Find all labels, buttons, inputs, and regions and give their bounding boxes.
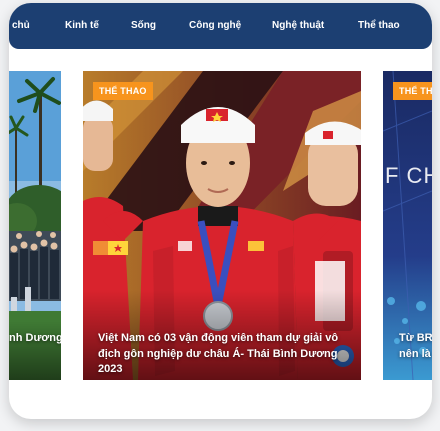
carousel-slide-active[interactable]: THỂ THAO Việt Nam có 03 vận động viên th… bbox=[83, 71, 361, 380]
slide-active-category-badge[interactable]: THỂ THAO bbox=[93, 82, 153, 100]
nav-item-living[interactable]: Sống bbox=[131, 20, 156, 31]
nav-item-economy[interactable]: Kinh tế bbox=[65, 20, 99, 31]
nav-item-art[interactable]: Nghệ thuật bbox=[272, 20, 324, 31]
slide-next-category-badge[interactable]: THỂ TH bbox=[393, 82, 432, 100]
slide-next-caption-line1: Từ BR bbox=[399, 332, 432, 344]
slide-next-background-text: F CH bbox=[385, 163, 432, 188]
category-navbar: chủ Kinh tế Sống Công nghệ Nghệ thuật Th… bbox=[9, 3, 432, 49]
slide-previous-caption[interactable]: nh Dương bbox=[9, 331, 61, 347]
slide-next-caption-line2: nên là bbox=[399, 347, 431, 360]
slide-next-caption[interactable]: Từ BR nên là bbox=[399, 331, 432, 362]
slide-active-caption[interactable]: Việt Nam có 03 vận động viên tham dự giả… bbox=[98, 331, 356, 378]
nav-item-sports[interactable]: Thể thao bbox=[358, 20, 400, 31]
nav-item-technology[interactable]: Công nghệ bbox=[189, 20, 241, 31]
carousel-slide-next[interactable]: F CH THỂ TH Từ BR nên là bbox=[383, 71, 432, 380]
carousel-slide-previous[interactable]: nh Dương bbox=[9, 71, 61, 380]
news-widget: chủ Kinh tế Sống Công nghệ Nghệ thuật Th… bbox=[9, 3, 432, 419]
nav-item-home[interactable]: chủ bbox=[12, 20, 30, 31]
